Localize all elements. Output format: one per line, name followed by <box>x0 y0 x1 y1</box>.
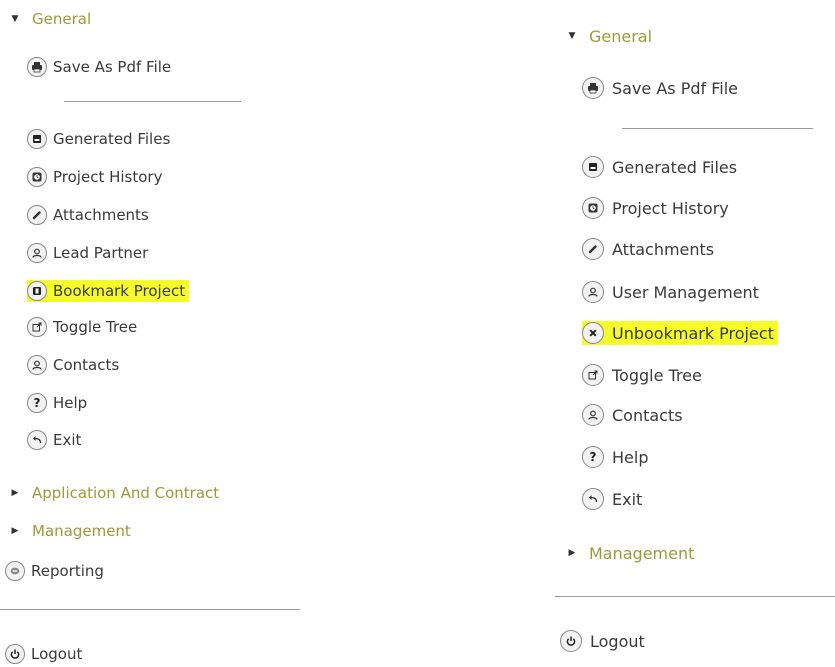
highlight-marker: Bookmark Project <box>27 280 190 302</box>
menu-item-label: Project History <box>612 198 729 218</box>
logout-button[interactable]: Logout <box>5 641 82 667</box>
menu-item-label: Exit <box>53 431 82 449</box>
menu-item-bookmark-project[interactable]: Bookmark Project <box>27 278 190 304</box>
divider <box>0 609 300 610</box>
printer-icon <box>582 77 604 99</box>
chat-icon <box>5 561 25 581</box>
section-label: Management <box>32 522 131 540</box>
menu-item-lead-partner[interactable]: Lead Partner <box>27 240 148 266</box>
section-general[interactable]: ▼ General <box>565 23 653 49</box>
menu-item-generated-files[interactable]: Generated Files <box>27 126 170 152</box>
help-icon: ? <box>27 393 47 413</box>
power-icon <box>560 630 582 652</box>
paperclip-icon <box>27 205 47 225</box>
menu-item-exit[interactable]: Exit <box>27 427 81 453</box>
caret-right-icon: ▶ <box>568 548 576 558</box>
menu-item-generated-files[interactable]: Generated Files <box>582 154 737 180</box>
right-menu-panel: ▼ General Save As Pdf File Generated Fil… <box>555 0 835 664</box>
menu-item-label: Reporting <box>31 562 104 580</box>
section-label: Management <box>589 543 695 563</box>
section-general-label: General <box>589 26 653 46</box>
history-icon <box>27 167 47 187</box>
menu-item-label: Bookmark Project <box>53 282 186 300</box>
caret-right-icon: ▶ <box>11 526 19 536</box>
divider <box>622 128 813 129</box>
menu-item-label: Lead Partner <box>53 244 149 262</box>
menu-item-project-history[interactable]: Project History <box>27 164 162 190</box>
save-as-pdf-label: Save As Pdf File <box>53 58 172 76</box>
bookmark-icon <box>27 281 47 301</box>
undo-icon <box>582 488 604 510</box>
menu-item-label: Attachments <box>612 239 715 259</box>
menu-item-label: Toggle Tree <box>53 318 138 336</box>
menu-item-project-history[interactable]: Project History <box>582 195 729 221</box>
menu-item-label: Toggle Tree <box>612 365 702 385</box>
menu-item-label: Help <box>612 447 649 467</box>
section-application-and-contract[interactable]: ▶ Application And Contract <box>8 480 220 506</box>
user-icon <box>27 243 47 263</box>
section-general[interactable]: ▼ General <box>8 6 92 32</box>
save-as-pdf-button[interactable]: Save As Pdf File <box>582 75 738 101</box>
menu-item-label: Attachments <box>53 206 149 224</box>
history-icon <box>582 197 604 219</box>
file-icon <box>582 156 604 178</box>
help-icon: ? <box>582 446 604 468</box>
highlight-marker: Unbookmark Project <box>582 321 778 345</box>
undo-icon <box>27 430 47 450</box>
file-icon <box>27 129 47 149</box>
menu-item-toggle-tree[interactable]: Toggle Tree <box>582 362 702 388</box>
section-management[interactable]: ▶ Management <box>565 540 695 566</box>
printer-icon <box>27 57 47 77</box>
menu-item-contacts[interactable]: Contacts <box>27 352 119 378</box>
caret-right-icon: ▶ <box>11 488 19 498</box>
menu-item-label: Generated Files <box>53 130 171 148</box>
left-menu-panel: ▼ General Save As Pdf File Generated Fil… <box>0 0 300 664</box>
menu-item-contacts[interactable]: Contacts <box>582 402 683 428</box>
menu-item-attachments[interactable]: Attachments <box>27 202 149 228</box>
external-link-icon <box>582 364 604 386</box>
menu-item-label: Exit <box>612 489 643 509</box>
menu-item-help[interactable]: ? Help <box>27 390 87 416</box>
user-icon <box>27 355 47 375</box>
logout-label: Logout <box>590 631 645 651</box>
menu-item-label: Unbookmark Project <box>612 323 774 343</box>
menu-item-label: Contacts <box>612 405 683 425</box>
menu-item-user-management[interactable]: User Management <box>582 279 759 305</box>
menu-item-toggle-tree[interactable]: Toggle Tree <box>27 314 137 340</box>
save-as-pdf-button[interactable]: Save As Pdf File <box>27 54 171 80</box>
user-icon <box>582 404 604 426</box>
menu-item-label: Contacts <box>53 356 120 374</box>
logout-label: Logout <box>31 645 83 663</box>
divider <box>555 596 835 597</box>
menu-item-label: Help <box>53 394 88 412</box>
paperclip-icon <box>582 238 604 260</box>
section-management[interactable]: ▶ Management <box>8 518 131 544</box>
menu-item-help[interactable]: ? Help <box>582 444 648 470</box>
logout-button[interactable]: Logout <box>560 628 645 654</box>
section-label: Application And Contract <box>32 484 220 502</box>
menu-item-unbookmark-project[interactable]: Unbookmark Project <box>582 320 778 346</box>
menu-item-label: User Management <box>612 282 759 302</box>
close-icon <box>582 322 604 344</box>
caret-down-icon: ▼ <box>568 31 576 41</box>
external-link-icon <box>27 317 47 337</box>
menu-item-exit[interactable]: Exit <box>582 486 642 512</box>
divider <box>64 101 241 102</box>
section-general-label: General <box>32 10 92 28</box>
menu-item-attachments[interactable]: Attachments <box>582 236 714 262</box>
menu-item-label: Project History <box>53 168 163 186</box>
user-icon <box>582 281 604 303</box>
menu-item-reporting[interactable]: Reporting <box>5 558 104 584</box>
power-icon <box>5 644 25 664</box>
caret-down-icon: ▼ <box>11 14 19 24</box>
menu-item-label: Generated Files <box>612 157 738 177</box>
save-as-pdf-label: Save As Pdf File <box>612 78 739 98</box>
